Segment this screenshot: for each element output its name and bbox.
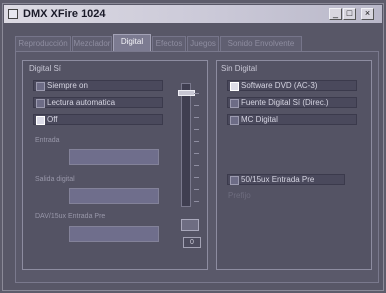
app-icon — [8, 9, 18, 19]
sin-digital-group: Sin Digital Software DVD (AC-3) Fuente D… — [216, 60, 372, 270]
entrada-field[interactable] — [69, 149, 159, 165]
digital-si-group: Digital Sí Siempre on Lectura automatica… — [22, 60, 208, 270]
tab-reproduccion[interactable]: Reproducción — [15, 36, 71, 51]
minimize-button[interactable]: _ — [329, 8, 342, 20]
tab-juegos[interactable]: Juegos — [187, 36, 219, 51]
prefijo-checkbox[interactable]: Prefijo — [227, 190, 345, 201]
app-window: DMX XFire 1024 _ □ × Reproducción Mezcla… — [2, 3, 384, 291]
slider-ticks — [181, 83, 201, 207]
fuente-digital-checkbox[interactable]: Fuente Digital Sí (Direc.) — [227, 97, 357, 108]
tab-mezclador[interactable]: Mezclador — [72, 36, 112, 51]
software-dvd-checkbox[interactable]: Software DVD (AC-3) — [227, 80, 357, 91]
window-title: DMX XFire 1024 — [23, 8, 106, 20]
digital-si-title: Digital Sí — [29, 64, 62, 73]
lectura-automatica-checkbox[interactable]: Lectura automatica — [33, 97, 163, 108]
dav-entrada-field[interactable] — [69, 226, 159, 242]
tab-bar: Reproducción Mezclador Digital Efectos J… — [15, 34, 315, 51]
salida-digital-field[interactable] — [69, 188, 159, 204]
tab-sonido-envolvente[interactable]: Sonido Envolvente — [220, 36, 302, 51]
maximize-button[interactable]: □ — [343, 8, 356, 20]
slider-button[interactable] — [181, 219, 199, 231]
tab-digital[interactable]: Digital — [113, 34, 151, 51]
tab-content: Digital Sí Siempre on Lectura automatica… — [15, 51, 379, 283]
entrada-pre-checkbox[interactable]: 50/15ux Entrada Pre — [227, 174, 345, 185]
mc-digital-checkbox[interactable]: MC Digital — [227, 114, 357, 125]
salida-digital-label: Salida digital — [35, 176, 75, 183]
title-bar[interactable]: DMX XFire 1024 _ □ × — [4, 5, 382, 23]
siempre-on-checkbox[interactable]: Siempre on — [33, 80, 163, 91]
sin-digital-title: Sin Digital — [221, 64, 258, 73]
slider-value-box: 0 — [183, 237, 201, 248]
tab-efectos[interactable]: Efectos — [152, 36, 186, 51]
dav-entrada-label: DAV/15ux Entrada Pre — [35, 213, 106, 220]
close-button[interactable]: × — [361, 8, 374, 20]
entrada-label: Entrada — [35, 137, 60, 144]
off-checkbox[interactable]: Off — [33, 114, 163, 125]
